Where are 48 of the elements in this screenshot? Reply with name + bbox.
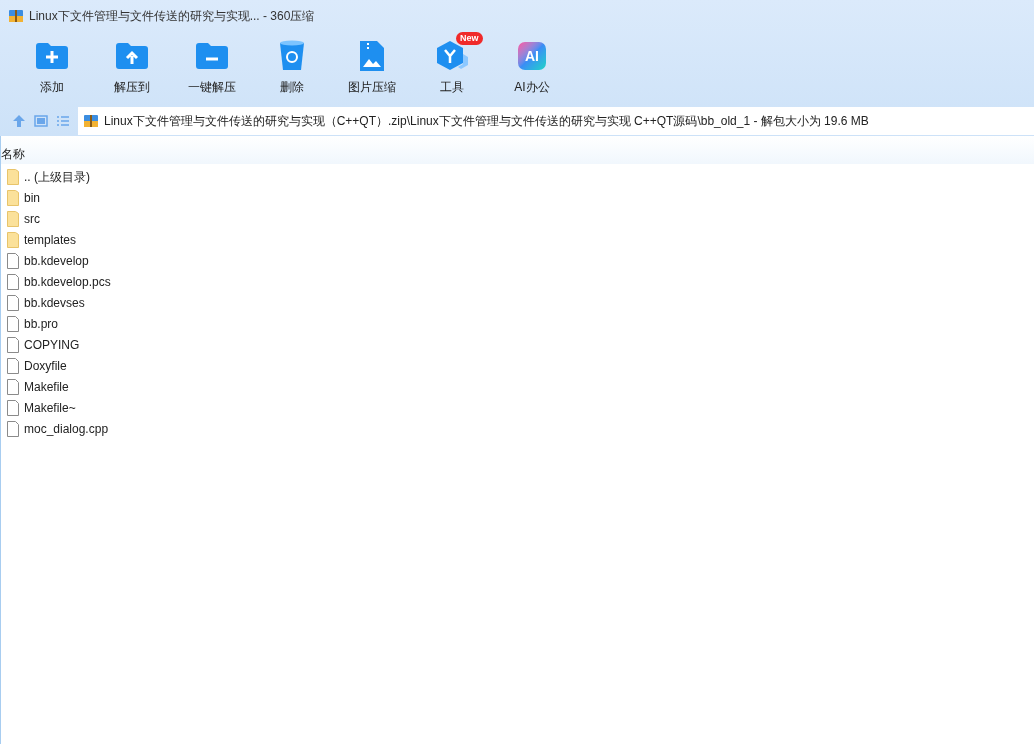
file-icon [7, 336, 19, 353]
folder-icon [7, 210, 19, 227]
file-icon [7, 399, 19, 416]
folder-plus-icon [35, 42, 69, 70]
toolbar-button[interactable]: 图片压缩 [332, 32, 412, 98]
address-bar[interactable]: Linux下文件管理与文件传送的研究与实现（C++QT）.zip\Linux下文件管理与文件传送的研究与实现 C++QT源码\bb_old_1 - 解包大小为 19.6 MB [78, 107, 1034, 135]
archive-icon [8, 8, 24, 24]
file-row[interactable]: bb.kdevelop.pcs [1, 271, 1034, 292]
list-view-icon[interactable] [56, 114, 70, 128]
folder-icon [7, 189, 19, 206]
file-icon [7, 273, 19, 290]
column-header[interactable]: 名称 [1, 145, 25, 164]
recycle-bin-icon [279, 40, 305, 72]
thumbnail-view-icon[interactable] [34, 114, 48, 128]
file-row[interactable]: Doxyfile [1, 355, 1034, 376]
file-row[interactable]: bb.kdevses [1, 292, 1034, 313]
file-row[interactable]: src [1, 208, 1034, 229]
file-row[interactable]: COPYING [1, 334, 1034, 355]
toolbar-button[interactable]: 一键解压 [172, 32, 252, 98]
file-row[interactable]: bb.pro [1, 313, 1034, 334]
hexagon-tool-icon [435, 40, 469, 72]
file-row[interactable]: templates [1, 229, 1034, 250]
file-icon [7, 357, 19, 374]
file-icon [7, 294, 19, 311]
folder-icon [7, 231, 19, 248]
folder-icon [7, 168, 19, 185]
file-row[interactable]: moc_dialog.cpp [1, 418, 1034, 439]
folder-upload-icon [115, 42, 149, 70]
file-icon [7, 378, 19, 395]
up-arrow-icon[interactable] [12, 114, 26, 128]
archive-icon [83, 113, 99, 129]
file-row[interactable]: .. (上级目录) [1, 166, 1034, 187]
toolbar-button[interactable]: 删除 [252, 32, 332, 98]
file-row[interactable]: bb.kdevelop [1, 250, 1034, 271]
file-row[interactable]: Makefile~ [1, 397, 1034, 418]
file-icon [7, 420, 19, 437]
folder-minus-icon [195, 42, 229, 70]
toolbar-button[interactable]: 解压到 [92, 32, 172, 98]
new-badge: New [456, 32, 483, 45]
toolbar-button[interactable]: AI AI办公 [492, 32, 572, 98]
file-row[interactable]: Makefile [1, 376, 1034, 397]
file-icon [7, 315, 19, 332]
file-icon [7, 252, 19, 269]
image-file-icon [359, 40, 385, 72]
toolbar-button[interactable]: 添加 [12, 32, 92, 98]
window-title: Linux下文件管理与文件传送的研究与实现... - 360压缩 [29, 8, 315, 25]
file-row[interactable]: bin [1, 187, 1034, 208]
ai-icon: AI [518, 42, 546, 70]
